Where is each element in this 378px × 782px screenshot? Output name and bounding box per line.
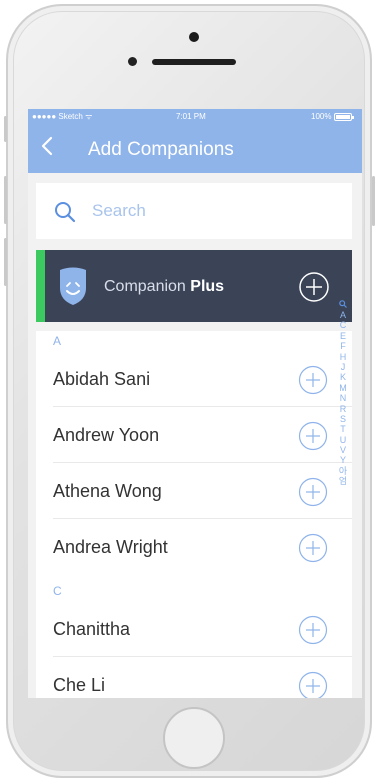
search-index-icon[interactable]: [339, 300, 347, 308]
page-title: Add Companions: [88, 139, 234, 160]
mute-switch: [4, 116, 7, 142]
status-time: 7:01 PM: [176, 112, 206, 121]
index-letter[interactable]: V: [336, 445, 350, 455]
add-contact-icon[interactable]: [298, 421, 328, 451]
index-letter[interactable]: A: [336, 310, 350, 320]
index-letter[interactable]: Y: [336, 455, 350, 465]
list-item[interactable]: Che Li: [36, 657, 352, 698]
companion-plus-row[interactable]: Companion Plus: [36, 250, 352, 322]
battery-icon: [334, 113, 354, 121]
list-item[interactable]: Andrea Wright: [36, 519, 352, 575]
chevron-left-icon: [41, 136, 53, 156]
index-letter[interactable]: T: [336, 424, 350, 434]
contact-name: Chanittha: [53, 619, 131, 639]
add-contact-icon[interactable]: [298, 477, 328, 507]
contact-name: Athena Wong: [53, 481, 162, 501]
index-letter[interactable]: E: [336, 331, 350, 341]
index-letter[interactable]: M: [336, 383, 350, 393]
front-camera: [189, 32, 199, 42]
add-contact-icon[interactable]: [298, 615, 328, 645]
list-item[interactable]: Chanittha: [36, 601, 352, 657]
add-contact-icon[interactable]: [298, 365, 328, 395]
proximity-sensor: [128, 57, 137, 66]
power-button: [372, 176, 375, 226]
index-letter[interactable]: U: [336, 435, 350, 445]
carrier-label: ●●●●● Sketch ᯤ: [32, 112, 93, 121]
index-letter[interactable]: H: [336, 352, 350, 362]
status-bar: ●●●●● Sketch ᯤ 7:01 PM 100%: [28, 109, 362, 125]
contact-name: Che Li: [53, 675, 106, 695]
index-letter[interactable]: N: [336, 393, 350, 403]
section-header-c: C: [53, 584, 62, 598]
plus-label-bold: Plus: [190, 278, 225, 295]
plus-accent-bar: [36, 250, 45, 322]
index-letter[interactable]: F: [336, 341, 350, 351]
volume-up-button: [4, 176, 7, 224]
back-button[interactable]: [40, 135, 64, 163]
add-companion-plus-icon[interactable]: [298, 271, 330, 303]
add-contact-icon[interactable]: [298, 671, 328, 698]
search-input[interactable]: [92, 199, 332, 223]
search-icon: [55, 202, 76, 223]
index-letter[interactable]: 엄: [336, 476, 350, 486]
index-letter[interactable]: 아: [336, 466, 350, 476]
index-letter[interactable]: S: [336, 414, 350, 424]
list-item[interactable]: Andrew Yoon: [36, 407, 352, 463]
contact-name: Andrea Wright: [53, 537, 168, 557]
index-letter[interactable]: C: [336, 320, 350, 330]
companion-plus-label: Companion Plus: [104, 277, 224, 297]
index-letter[interactable]: J: [336, 362, 350, 372]
list-item[interactable]: Abidah Sani: [36, 351, 352, 407]
contact-name: Andrew Yoon: [53, 425, 160, 445]
app-screen: ●●●●● Sketch ᯤ 7:01 PM 100% Add Companio…: [28, 109, 362, 698]
alphabet-index[interactable]: A C E F H J K M N R S T U V Y 아 엄: [336, 300, 350, 487]
search-bar[interactable]: [36, 183, 352, 239]
home-button[interactable]: [163, 707, 225, 769]
index-letter[interactable]: R: [336, 404, 350, 414]
nav-header: ●●●●● Sketch ᯤ 7:01 PM 100% Add Companio…: [28, 109, 362, 173]
contact-name: Abidah Sani: [53, 369, 151, 389]
shield-smile-icon: [60, 267, 86, 305]
section-header-a: A: [53, 334, 62, 348]
plus-label-prefix: Companion: [104, 278, 191, 295]
list-item[interactable]: Athena Wong: [36, 463, 352, 519]
volume-down-button: [4, 238, 7, 286]
index-letter[interactable]: K: [336, 372, 350, 382]
contacts-list: A Abidah Sani Andrew Yoon Athena Wong An…: [36, 331, 352, 698]
earpiece-speaker: [152, 59, 236, 65]
battery-percent: 100%: [311, 112, 332, 121]
add-contact-icon[interactable]: [298, 533, 328, 563]
